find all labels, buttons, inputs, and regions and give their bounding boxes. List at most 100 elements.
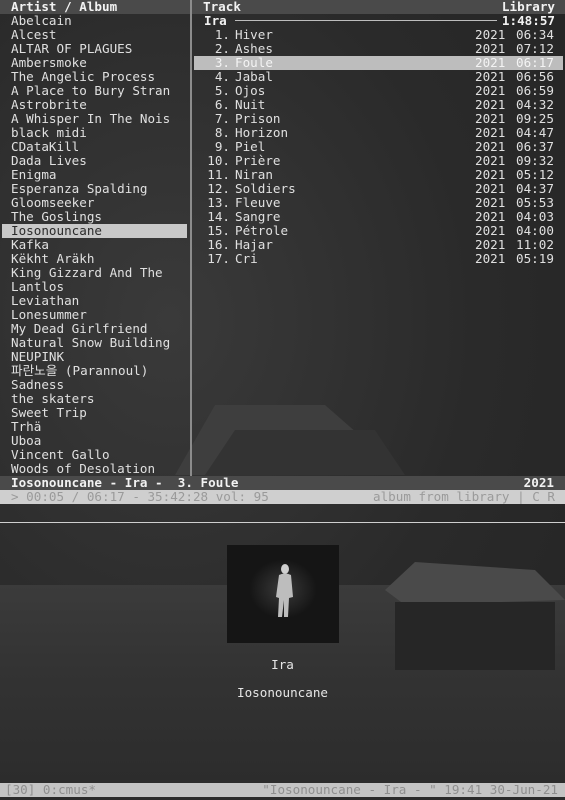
pane-separator bbox=[0, 522, 565, 523]
track-dur: 09:25 bbox=[516, 111, 554, 126]
house-silhouette bbox=[175, 405, 405, 475]
artist-item[interactable]: The Goslings bbox=[11, 210, 102, 224]
track-num: 13. bbox=[207, 195, 230, 210]
track-row[interactable]: 9. Piel 2021 06:37 bbox=[194, 140, 563, 154]
track-row[interactable]: 15. Pétrole 2021 04:00 bbox=[194, 224, 563, 238]
artist-item[interactable]: Këkht Aräkh bbox=[11, 252, 94, 266]
cover-artist-name: Iosonouncane bbox=[237, 685, 328, 700]
track-num: 4. bbox=[214, 69, 230, 84]
artist-item[interactable]: Iosonouncane bbox=[2, 224, 187, 238]
artist-item[interactable]: Ambersmoke bbox=[11, 56, 87, 70]
track-num: 16. bbox=[207, 237, 230, 252]
track-num: 1. bbox=[214, 27, 230, 42]
artist-item[interactable]: The Angelic Process bbox=[11, 70, 155, 84]
track-title: Niran bbox=[235, 167, 273, 182]
track-row[interactable]: 12. Soldiers 2021 04:37 bbox=[194, 182, 563, 196]
track-row[interactable]: 3. Foule 2021 06:17 bbox=[194, 56, 563, 70]
cover-album-title: Ira bbox=[271, 657, 294, 672]
artist-item[interactable]: My Dead Girlfriend bbox=[11, 322, 147, 336]
track-title: Sangre bbox=[235, 209, 281, 224]
track-dur: 06:17 bbox=[516, 55, 554, 70]
track-dur: 06:56 bbox=[516, 69, 554, 84]
album-separator bbox=[235, 20, 497, 21]
artist-item[interactable]: ALTAR OF PLAGUES bbox=[11, 42, 132, 56]
artist-item[interactable]: Sadness bbox=[11, 378, 64, 392]
track-row[interactable]: 11. Niran 2021 05:12 bbox=[194, 168, 563, 182]
artist-item[interactable]: 파란노을 (Parannoul) bbox=[11, 364, 148, 378]
figure-icon bbox=[227, 545, 339, 643]
track-row[interactable]: 7. Prison 2021 09:25 bbox=[194, 112, 563, 126]
track-year: 2021 bbox=[475, 139, 506, 154]
track-year: 2021 bbox=[475, 55, 506, 70]
track-row[interactable]: 2. Ashes 2021 07:12 bbox=[194, 42, 563, 56]
track-row[interactable]: 14. Sangre 2021 04:03 bbox=[194, 210, 563, 224]
cabin-silhouette bbox=[385, 562, 565, 670]
artist-item[interactable]: Lantlos bbox=[11, 280, 64, 294]
track-row[interactable]: 6. Nuit 2021 04:32 bbox=[194, 98, 563, 112]
track-year: 2021 bbox=[475, 111, 506, 126]
artist-item[interactable]: Kafka bbox=[11, 238, 49, 252]
track-title: Soldiers bbox=[235, 181, 296, 196]
artist-item[interactable]: Esperanza Spalding bbox=[11, 182, 147, 196]
track-row[interactable]: 5. Ojos 2021 06:59 bbox=[194, 84, 563, 98]
album-cover bbox=[227, 545, 339, 643]
track-row[interactable]: 8. Horizon 2021 04:47 bbox=[194, 126, 563, 140]
library-header: Library bbox=[501, 0, 555, 14]
artist-item[interactable]: Astrobrite bbox=[11, 98, 87, 112]
now-playing: Iosonouncane - Ira - 3. Foule bbox=[11, 475, 239, 490]
artist-item[interactable]: Alcest bbox=[11, 28, 57, 42]
artist-item[interactable]: Lonesummer bbox=[11, 308, 87, 322]
track-dur: 04:03 bbox=[516, 209, 554, 224]
artist-item[interactable]: Woods of Desolation bbox=[11, 462, 155, 476]
track-title: Prison bbox=[235, 111, 281, 126]
track-title: Hajar bbox=[235, 237, 273, 252]
track-year: 2021 bbox=[475, 195, 506, 210]
track-dur: 05:19 bbox=[516, 251, 554, 266]
track-year: 2021 bbox=[475, 69, 506, 84]
track-row[interactable]: 4. Jabal 2021 06:56 bbox=[194, 70, 563, 84]
track-year: 2021 bbox=[475, 153, 506, 168]
track-title: Ashes bbox=[235, 41, 273, 56]
artist-item[interactable]: Leviathan bbox=[11, 294, 79, 308]
artist-item[interactable]: Enigma bbox=[11, 168, 57, 182]
track-title: Nuit bbox=[235, 97, 266, 112]
track-dur: 04:37 bbox=[516, 181, 554, 196]
track-num: 9. bbox=[214, 139, 230, 154]
track-dur: 06:59 bbox=[516, 83, 554, 98]
track-num: 14. bbox=[207, 209, 230, 224]
track-num: 5. bbox=[214, 83, 230, 98]
track-dur: 05:12 bbox=[516, 167, 554, 182]
artist-item[interactable]: Dada Lives bbox=[11, 154, 87, 168]
artist-item[interactable]: Gloomseeker bbox=[11, 196, 94, 210]
playback-position: > 00:05 / 06:17 - 35:42:28 vol: 95 bbox=[11, 489, 269, 504]
artist-item[interactable]: Abelcain bbox=[11, 14, 72, 28]
track-row[interactable]: 13. Fleuve 2021 05:53 bbox=[194, 196, 563, 210]
track-row[interactable]: 1. Hiver 2021 06:34 bbox=[194, 28, 563, 42]
artist-item[interactable]: Sweet Trip bbox=[11, 406, 87, 420]
track-title: Cri bbox=[235, 251, 258, 266]
track-year: 2021 bbox=[475, 41, 506, 56]
artist-item[interactable]: A Place to Bury Stran bbox=[11, 84, 170, 98]
track-num: 10. bbox=[207, 153, 230, 168]
track-title: Prière bbox=[235, 153, 281, 168]
track-year: 2021 bbox=[475, 125, 506, 140]
track-title: Pétrole bbox=[235, 223, 289, 238]
artist-item[interactable]: the skaters bbox=[11, 392, 94, 406]
track-dur: 05:53 bbox=[516, 195, 554, 210]
artist-item[interactable]: A Whisper In The Nois bbox=[11, 112, 170, 126]
artist-item[interactable]: black midi bbox=[11, 126, 87, 140]
artist-item[interactable]: Vincent Gallo bbox=[11, 448, 110, 462]
tmux-window[interactable]: [30] 0:cmus* bbox=[5, 783, 96, 797]
artist-item[interactable]: Natural Snow Building bbox=[11, 336, 170, 350]
track-dur: 04:47 bbox=[516, 125, 554, 140]
artist-item[interactable]: NEUPINK bbox=[11, 350, 64, 364]
artist-item[interactable]: King Gizzard And The bbox=[11, 266, 163, 280]
now-playing-year: 2021 bbox=[523, 475, 554, 490]
artist-item[interactable]: CDataKill bbox=[11, 140, 79, 154]
track-row[interactable]: 17. Cri 2021 05:19 bbox=[194, 252, 563, 266]
track-row[interactable]: 16. Hajar 2021 11:02 bbox=[194, 238, 563, 252]
track-row[interactable]: 10. Prière 2021 09:32 bbox=[194, 154, 563, 168]
track-title: Horizon bbox=[235, 125, 289, 140]
artist-item[interactable]: Uboa bbox=[11, 434, 41, 448]
artist-item[interactable]: Trhä bbox=[11, 420, 41, 434]
